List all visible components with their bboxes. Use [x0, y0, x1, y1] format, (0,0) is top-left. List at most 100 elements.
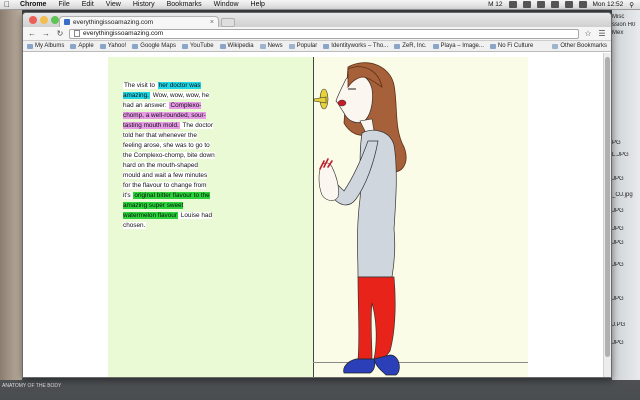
bookmark-item[interactable]: My Albums	[27, 43, 64, 49]
close-window-button[interactable]	[29, 16, 37, 24]
wifi-icon[interactable]	[550, 1, 559, 8]
desktop-file[interactable]: JPG	[612, 296, 640, 302]
bookmark-item[interactable]: ZeR, Inc.	[394, 43, 427, 49]
menu-view[interactable]: View	[100, 1, 127, 8]
status-m-label[interactable]: M 12	[488, 1, 502, 8]
favicon-icon	[64, 19, 70, 25]
story-part: The visit to	[123, 82, 158, 89]
desktop-file[interactable]: JPG	[612, 208, 640, 214]
new-tab-button[interactable]	[221, 18, 235, 27]
menubar-status: M 12 Mon 12:52 ⚲	[488, 1, 640, 9]
bookmark-label: Wikipedia	[227, 43, 254, 49]
address-bar-url: everythingissoamazing.com	[83, 30, 164, 37]
desktop-file[interactable]: JPG	[612, 262, 640, 268]
desktop-file[interactable]: _OJ.jpg	[612, 192, 640, 198]
bookmark-item[interactable]: Apple	[70, 43, 94, 49]
battery-icon[interactable]	[578, 1, 587, 8]
bookmark-folder[interactable]: Popular	[288, 43, 318, 49]
bookmark-item[interactable]: Playa – Image...	[432, 43, 484, 49]
bookmark-star-icon[interactable]: ☆	[583, 29, 593, 39]
vertical-scrollbar[interactable]	[603, 53, 611, 377]
bookmark-label: YouTube	[189, 43, 214, 49]
spotlight-icon[interactable]: ⚲	[629, 1, 634, 9]
desktop-file[interactable]: L.JPG	[612, 152, 640, 158]
reload-icon[interactable]: ↻	[55, 29, 65, 39]
other-bookmarks[interactable]: Other Bookmarks	[552, 43, 607, 49]
minimize-window-button[interactable]	[40, 16, 48, 24]
browser-toolbar: ← → ↻ everythingissoamazing.com ☆ ☰	[23, 27, 611, 41]
desktop-file[interactable]: Misc	[612, 14, 640, 20]
menu-file[interactable]: File	[52, 1, 75, 8]
timemachine-icon[interactable]	[522, 1, 531, 8]
menu-help[interactable]: Help	[245, 1, 271, 8]
page-viewport: The visit to her doctor was amazing. Wow…	[23, 53, 605, 377]
bookmark-label: ZeR, Inc.	[402, 43, 427, 49]
menubar:  Chrome File Edit View History Bookmark…	[0, 0, 640, 10]
folder-icon	[288, 43, 295, 49]
bookmark-item[interactable]: Yahoo!	[99, 43, 127, 49]
bookmark-item[interactable]: Google Maps	[132, 43, 176, 49]
woman-figure-illustration	[313, 62, 407, 376]
bluetooth-icon[interactable]	[536, 1, 545, 8]
desktop-left-strip	[0, 10, 22, 380]
chrome-window: everythingissoamazing.com × ← → ↻ everyt…	[22, 12, 612, 378]
scrollbar-thumb[interactable]	[605, 57, 610, 357]
desktop-file[interactable]: JPG	[612, 340, 640, 346]
desktop-file[interactable]: JPG	[612, 240, 640, 246]
menu-edit[interactable]: Edit	[76, 1, 100, 8]
bookmark-item[interactable]: Identityworks – Tho...	[323, 43, 388, 49]
bookmark-label: No Fi Culture	[497, 43, 534, 49]
menu-bookmarks[interactable]: Bookmarks	[161, 1, 208, 8]
desktop-file[interactable]: PG	[612, 140, 640, 146]
bookmark-item[interactable]: YouTube	[181, 43, 214, 49]
bookmark-label: Popular	[296, 43, 318, 49]
menu-history[interactable]: History	[127, 1, 161, 8]
close-tab-icon[interactable]: ×	[210, 19, 214, 26]
window-controls	[29, 16, 59, 24]
bookmark-item[interactable]: No Fi Culture	[489, 43, 534, 49]
story-part: The doctor told her that whenever the fe…	[123, 122, 215, 199]
bookmark-icon	[27, 43, 33, 49]
bookmark-icon	[219, 43, 226, 49]
bookmark-item[interactable]: Wikipedia	[219, 43, 254, 49]
desktop-file[interactable]: JPG	[612, 226, 640, 232]
bookmark-icon	[394, 43, 401, 49]
browser-tab[interactable]: everythingissoamazing.com ×	[59, 16, 219, 27]
wrench-menu-icon[interactable]: ☰	[597, 29, 607, 39]
forward-icon[interactable]: →	[41, 29, 51, 39]
volume-icon[interactable]	[564, 1, 573, 8]
menu-app-chrome[interactable]: Chrome	[14, 1, 52, 8]
tab-title: everythingissoamazing.com	[73, 18, 154, 26]
bookmark-icon	[132, 43, 139, 49]
bookmark-label: News	[267, 43, 283, 49]
bookmark-label: Identityworks – Tho...	[331, 43, 389, 49]
desktop-file[interactable]: J.PG	[612, 322, 640, 328]
bookmark-label: Yahoo!	[107, 43, 127, 49]
bookmark-label: Apple	[78, 43, 94, 49]
zoom-window-button[interactable]	[51, 16, 59, 24]
apple-menu-icon[interactable]: 	[0, 0, 14, 9]
bookmark-icon	[323, 43, 330, 49]
story-text: The visit to her doctor was amazing. Wow…	[123, 81, 215, 231]
desktop-caption: ANATOMY OF THE BODY	[2, 383, 62, 389]
menu-window[interactable]: Window	[208, 1, 245, 8]
desktop-file[interactable]: JPG	[612, 176, 640, 182]
other-bookmarks-label: Other Bookmarks	[560, 43, 607, 49]
titlebar: everythingissoamazing.com ×	[23, 13, 611, 27]
desktop-file[interactable]: ssion H0	[612, 22, 640, 28]
dropbox-icon[interactable]	[508, 1, 517, 8]
desktop-file[interactable]: Mex	[612, 30, 640, 36]
address-bar[interactable]: everythingissoamazing.com	[69, 28, 579, 39]
folder-icon	[259, 43, 266, 49]
bookmark-icon	[432, 43, 439, 49]
bookmark-folder[interactable]: News	[259, 43, 283, 49]
menubar-clock[interactable]: Mon 12:52	[593, 1, 624, 8]
back-icon[interactable]: ←	[27, 29, 37, 39]
page-icon	[74, 30, 80, 37]
bookmark-label: My Albums	[35, 43, 65, 49]
bookmark-icon	[70, 43, 77, 49]
comic-panel: The visit to her doctor was amazing. Wow…	[108, 57, 528, 377]
bookmark-icon	[489, 43, 496, 49]
bookmark-icon	[181, 43, 188, 49]
folder-icon	[552, 43, 559, 49]
